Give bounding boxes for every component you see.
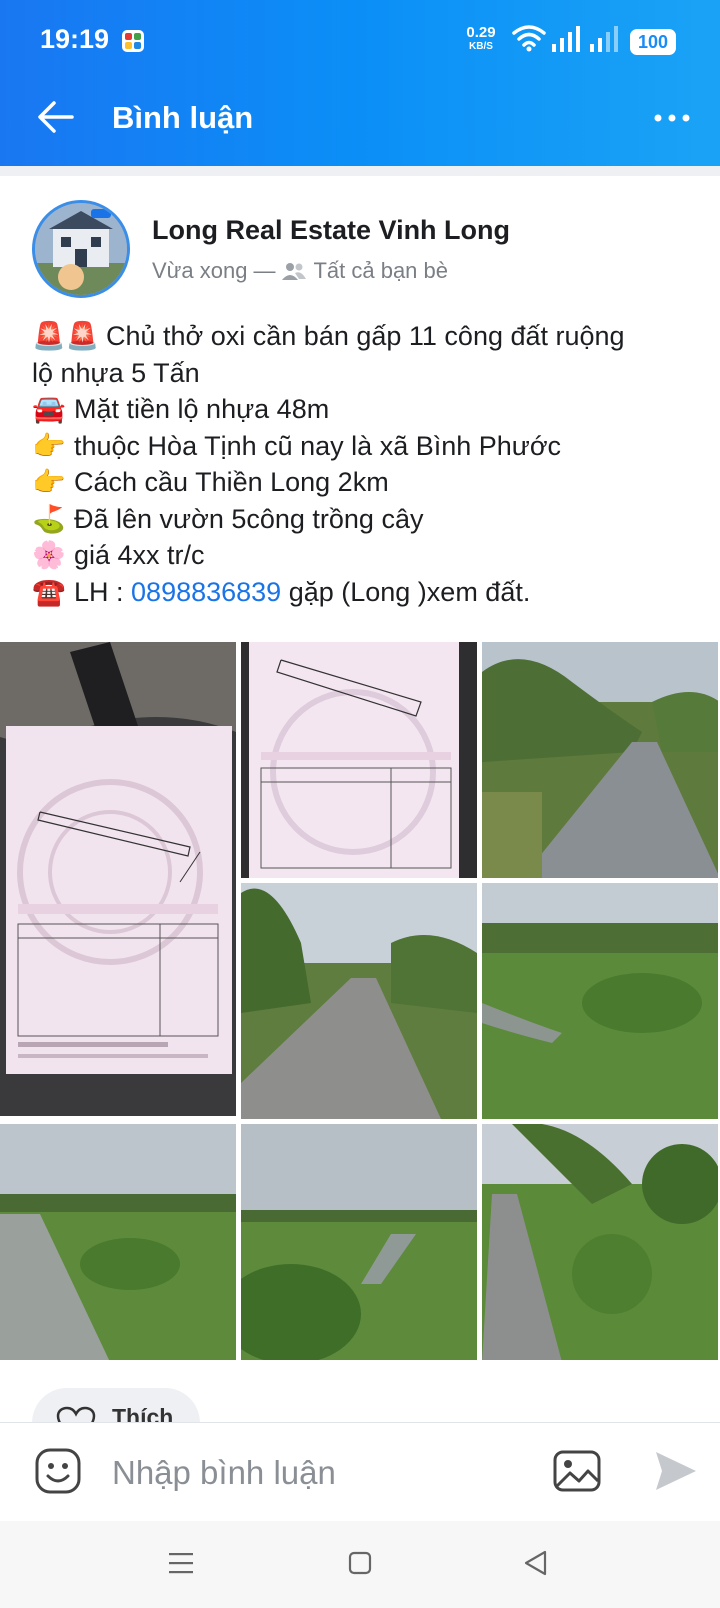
contact-prefix: LH : [74, 576, 132, 607]
post-author[interactable]: Long Real Estate Vinh Long [152, 215, 510, 246]
post-privacy: Tất cả bạn bè [313, 258, 449, 283]
post-line: ⛳ Đã lên vườn 5công trồng cây [32, 501, 692, 538]
signal-icon [552, 26, 580, 52]
app-header: 19:19 0.29 KB/S 100 Bình luận [0, 0, 720, 166]
post-line: lộ nhựa 5 Tấn [32, 355, 692, 392]
phone-link[interactable]: 0898836839 [131, 577, 281, 607]
page-title: Bình luận [112, 100, 254, 135]
post-line-text: Chủ thở oxi cần bán gấp 11 công đất ruộn… [106, 321, 625, 351]
back-icon[interactable] [36, 100, 76, 134]
system-back-icon[interactable] [522, 1549, 548, 1577]
status-bar: 19:19 0.29 KB/S 100 [0, 0, 720, 82]
post-line-text: thuộc Hòa Tịnh cũ nay là xã Bình Phước [74, 430, 562, 461]
golf-flag-icon: ⛳ [32, 503, 66, 534]
post-content: 🚨🚨 Chủ thở oxi cần bán gấp 11 công đất ru… [32, 318, 692, 610]
network-speed: 0.29 KB/S [462, 24, 500, 54]
home-icon[interactable] [348, 1551, 372, 1575]
photo-field-canal[interactable] [482, 883, 718, 1119]
photo-garden-canal[interactable] [241, 1124, 477, 1360]
photo-flooded-canal[interactable] [0, 1124, 236, 1360]
photo-land-certificate[interactable] [0, 642, 236, 1116]
telephone-icon: ☎️ [32, 576, 66, 607]
post-meta: Vừa xong — Tất cả bạn bè [152, 258, 448, 284]
status-time: 19:19 [40, 24, 110, 54]
comment-input[interactable] [112, 1449, 532, 1497]
siren-icon: 🚨🚨 [32, 321, 100, 351]
photo-roadside-garden[interactable] [482, 1124, 718, 1360]
recent-apps-icon[interactable] [168, 1551, 194, 1575]
network-speed-unit: KB/S [469, 41, 493, 52]
network-speed-value: 0.29 [466, 24, 496, 41]
post-line: 👉 thuộc Hòa Tịnh cũ nay là xã Bình Phước [32, 428, 692, 465]
more-options-icon[interactable] [654, 114, 690, 122]
photo-rural-road[interactable] [482, 642, 718, 878]
friends-icon [282, 263, 307, 280]
post-line-text: Mặt tiền lộ nhựa 48m [74, 394, 330, 424]
photo-rural-road[interactable] [241, 883, 477, 1119]
car-icon: 🚘 [32, 394, 66, 424]
post-line: 👉 Cách cầu Thiền Long 2km [32, 464, 692, 501]
post-line-text: Đã lên vườn 5công trồng cây [74, 503, 424, 534]
post-line: 🌸 giá 4xx tr/c [32, 537, 692, 574]
photo-land-certificate[interactable] [241, 642, 477, 878]
post-line: 🚘 Mặt tiền lộ nhựa 48m [32, 391, 692, 428]
post-line-text: lộ nhựa 5 Tấn [32, 357, 200, 388]
post-contact-line: ☎️ LH : 0898836839 gặp (Long )xem đất. [32, 574, 692, 611]
post-time: Vừa xong [152, 258, 248, 283]
meta-separator: — [253, 258, 276, 283]
section-divider [0, 166, 720, 176]
avatar[interactable] [32, 200, 130, 298]
system-navigation-bar [0, 1521, 720, 1608]
battery-icon: 100 [630, 29, 676, 55]
post-line-text: giá 4xx tr/c [74, 540, 205, 570]
send-icon[interactable] [654, 1450, 698, 1492]
post-line-text: Cách cầu Thiền Long 2km [74, 467, 389, 497]
photo-grid [0, 642, 720, 1362]
pointing-hand-icon: 👉 [32, 467, 66, 497]
notification-app-icon [122, 30, 144, 52]
flower-icon: 🌸 [32, 540, 66, 570]
pointing-hand-icon: 👉 [32, 430, 66, 461]
wifi-icon [512, 25, 546, 52]
signal-icon-secondary [590, 26, 618, 52]
emoji-icon[interactable] [34, 1447, 82, 1495]
image-icon[interactable] [552, 1449, 602, 1493]
post-line: 🚨🚨 Chủ thở oxi cần bán gấp 11 công đất ru… [32, 318, 692, 355]
comment-composer [0, 1422, 720, 1521]
contact-suffix: gặp (Long )xem đất. [281, 576, 531, 607]
